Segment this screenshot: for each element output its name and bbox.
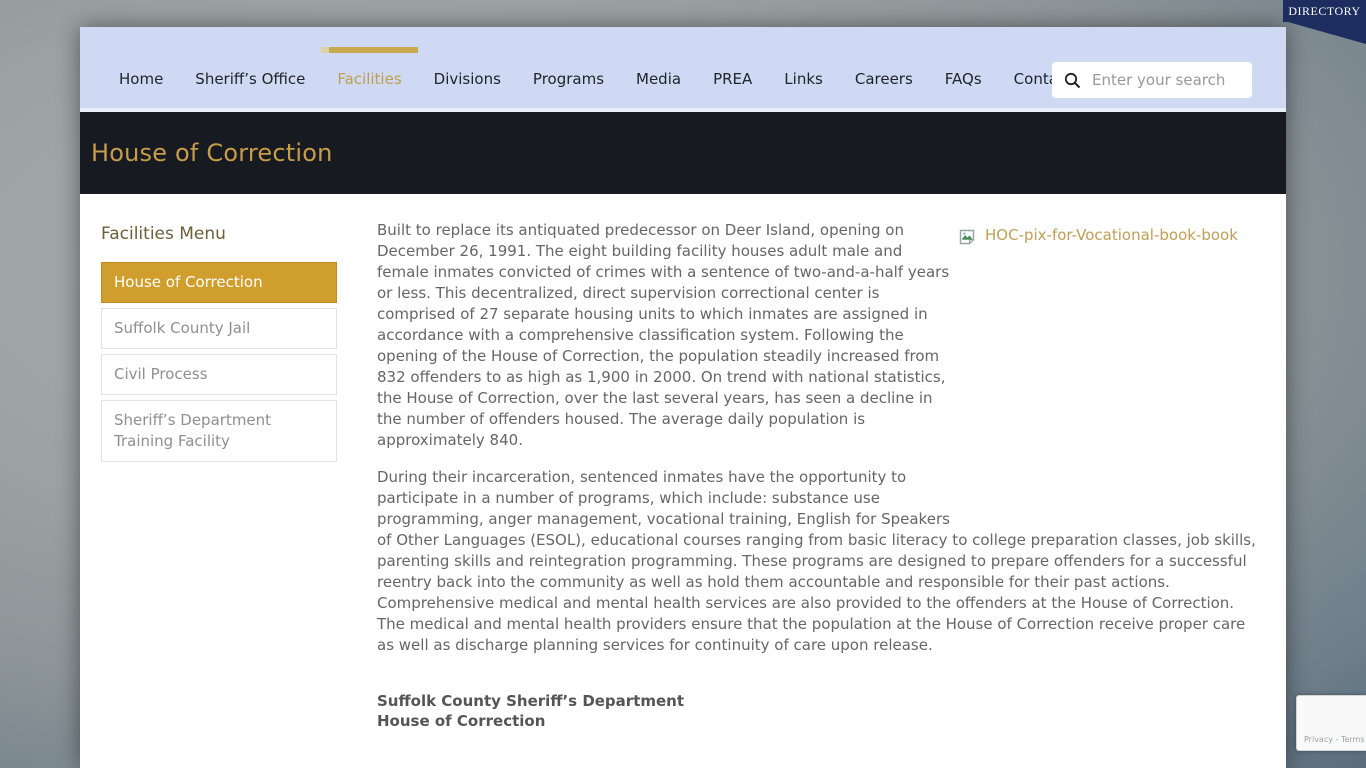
- browser-page: Home Sheriff’s Office Facilities Divisio…: [80, 27, 1286, 768]
- search-box[interactable]: [1052, 62, 1252, 98]
- page-header: House of Correction: [80, 112, 1286, 194]
- nav-item-careers[interactable]: Careers: [852, 64, 916, 94]
- sidebar-item-house-of-correction[interactable]: House of Correction: [101, 262, 337, 303]
- sidebar-item-training-facility[interactable]: Sheriff’s Department Training Facility: [101, 400, 337, 462]
- nav-item-home[interactable]: Home: [116, 64, 166, 94]
- recaptcha-privacy-terms[interactable]: Privacy - Terms: [1304, 735, 1365, 744]
- article-body: HOC-pix-for-Vocational-book-book Built t…: [377, 220, 1259, 731]
- desktop-background: Home Sheriff’s Office Facilities Divisio…: [0, 0, 1366, 768]
- address-block: Suffolk County Sheriff’s Department Hous…: [377, 691, 1259, 731]
- address-line-facility: House of Correction: [377, 711, 1259, 731]
- nav-item-faqs[interactable]: FAQs: [942, 64, 985, 94]
- nav-item-prea[interactable]: PREA: [710, 64, 755, 94]
- directory-ribbon-tail: [1288, 22, 1366, 44]
- nav-item-facilities[interactable]: Facilities: [334, 64, 404, 94]
- page-title: House of Correction: [91, 139, 333, 167]
- broken-image-icon: [959, 229, 977, 248]
- search-icon: [1064, 72, 1081, 89]
- content-area: Facilities Menu House of Correction Suff…: [80, 194, 1286, 731]
- nav-item-sheriffs-office[interactable]: Sheriff’s Office: [192, 64, 308, 94]
- search-input[interactable]: [1090, 70, 1242, 90]
- nav-item-media[interactable]: Media: [633, 64, 684, 94]
- nav-item-links[interactable]: Links: [781, 64, 826, 94]
- nav-item-divisions[interactable]: Divisions: [431, 64, 504, 94]
- main-navbar: Home Sheriff’s Office Facilities Divisio…: [80, 27, 1286, 108]
- nav-item-programs[interactable]: Programs: [530, 64, 607, 94]
- directory-ribbon[interactable]: DIRECTORY: [1283, 0, 1366, 22]
- recaptcha-badge[interactable]: Privacy - Terms: [1296, 695, 1366, 751]
- sidebar-title: Facilities Menu: [101, 224, 337, 244]
- address-line-department: Suffolk County Sheriff’s Department: [377, 691, 1259, 711]
- facilities-sidebar: Facilities Menu House of Correction Suff…: [101, 220, 337, 731]
- sidebar-item-civil-process[interactable]: Civil Process: [101, 354, 337, 395]
- broken-image-alt-text: HOC-pix-for-Vocational-book-book: [985, 225, 1238, 246]
- sidebar-item-suffolk-county-jail[interactable]: Suffolk County Jail: [101, 308, 337, 349]
- broken-image-placeholder: HOC-pix-for-Vocational-book-book: [959, 222, 1259, 520]
